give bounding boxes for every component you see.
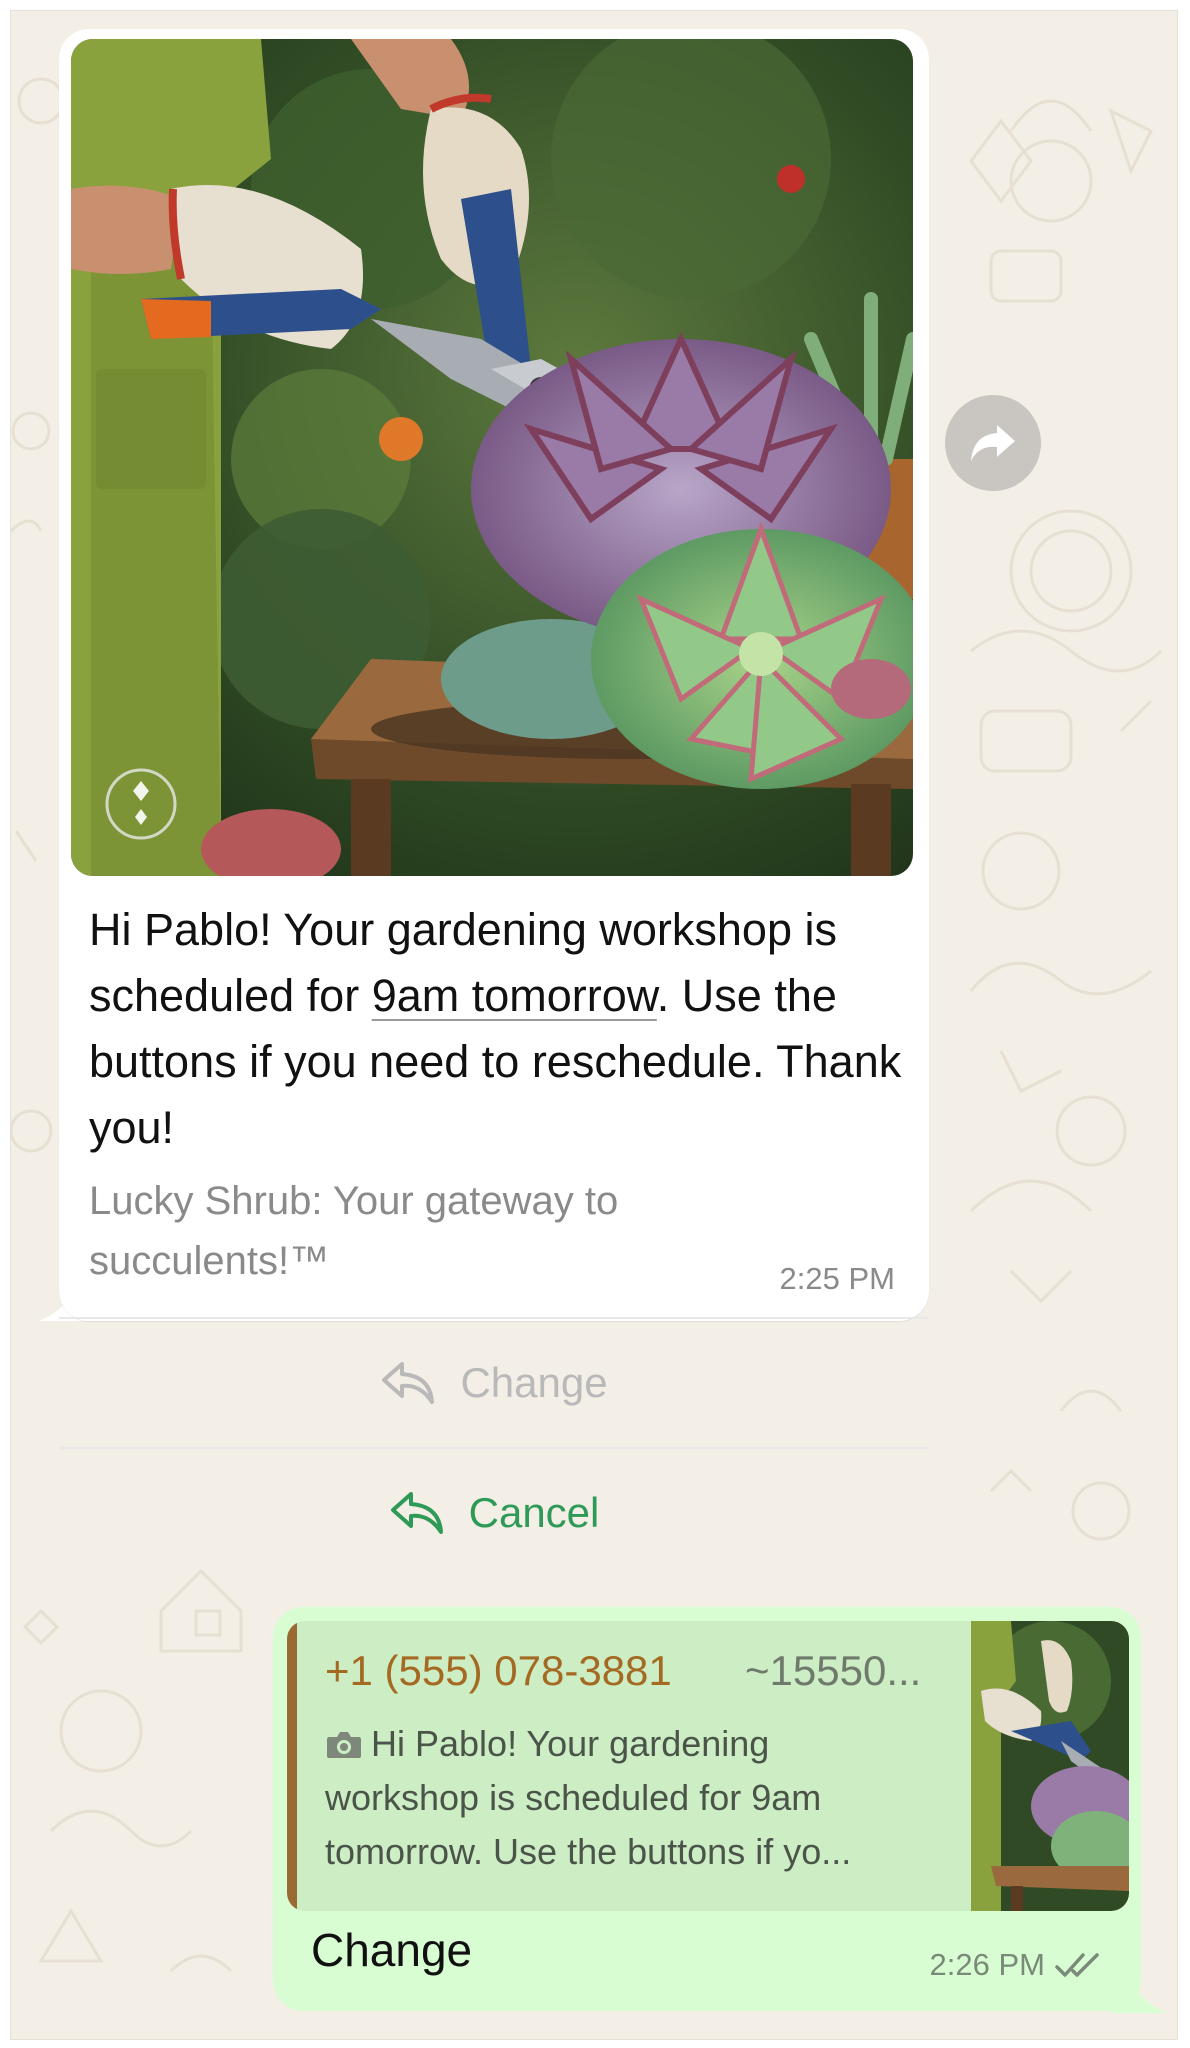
change-button[interactable]: Change — [59, 1317, 929, 1447]
reply-text: Change — [311, 1924, 473, 1976]
gardening-photo-icon — [71, 39, 913, 876]
forward-button[interactable] — [945, 395, 1041, 491]
quote-text: Hi Pablo! Your gardening workshop is sch… — [325, 1723, 852, 1872]
quoted-message[interactable]: +1 (555) 078-3881 ~15550... Hi Pablo! Yo… — [287, 1621, 1129, 1911]
quote-sender-alias: ~15550... — [745, 1647, 922, 1694]
message-body: Hi Pablo! Your gardening workshop is sch… — [89, 904, 902, 1153]
cancel-button-label: Cancel — [468, 1489, 600, 1536]
message-footer: Lucky Shrub: Your gateway to succulents!… — [89, 1179, 619, 1283]
reply-timestamp: 2:26 PM — [929, 1947, 1045, 1982]
incoming-message-bubble[interactable]: Hi Pablo! Your gardening workshop is sch… — [59, 29, 929, 1536]
double-check-icon — [1055, 1953, 1099, 1977]
message-meta: 2:26 PM — [930, 1947, 1101, 1983]
reply-icon — [382, 1362, 435, 1404]
reply-icon — [390, 1492, 443, 1534]
quote-sender-number: +1 (555) 078-3881 — [325, 1647, 672, 1694]
cancel-button[interactable]: Cancel — [59, 1447, 929, 1577]
date-link[interactable]: 9am tomorrow — [372, 970, 657, 1021]
camera-icon — [327, 1732, 361, 1758]
quote-thumbnail — [971, 1621, 1129, 1911]
message-timestamp: 2:25 PM — [779, 1261, 895, 1296]
outgoing-message-bubble[interactable]: +1 (555) 078-3881 ~15550... Hi Pablo! Yo… — [273, 1607, 1141, 2011]
chat-screen: Hi Pablo! Your gardening workshop is sch… — [10, 10, 1178, 2040]
share-forward-icon — [971, 425, 1015, 461]
change-button-label: Change — [460, 1359, 608, 1406]
quote-accent-bar — [287, 1621, 297, 1911]
message-image[interactable] — [71, 39, 913, 876]
